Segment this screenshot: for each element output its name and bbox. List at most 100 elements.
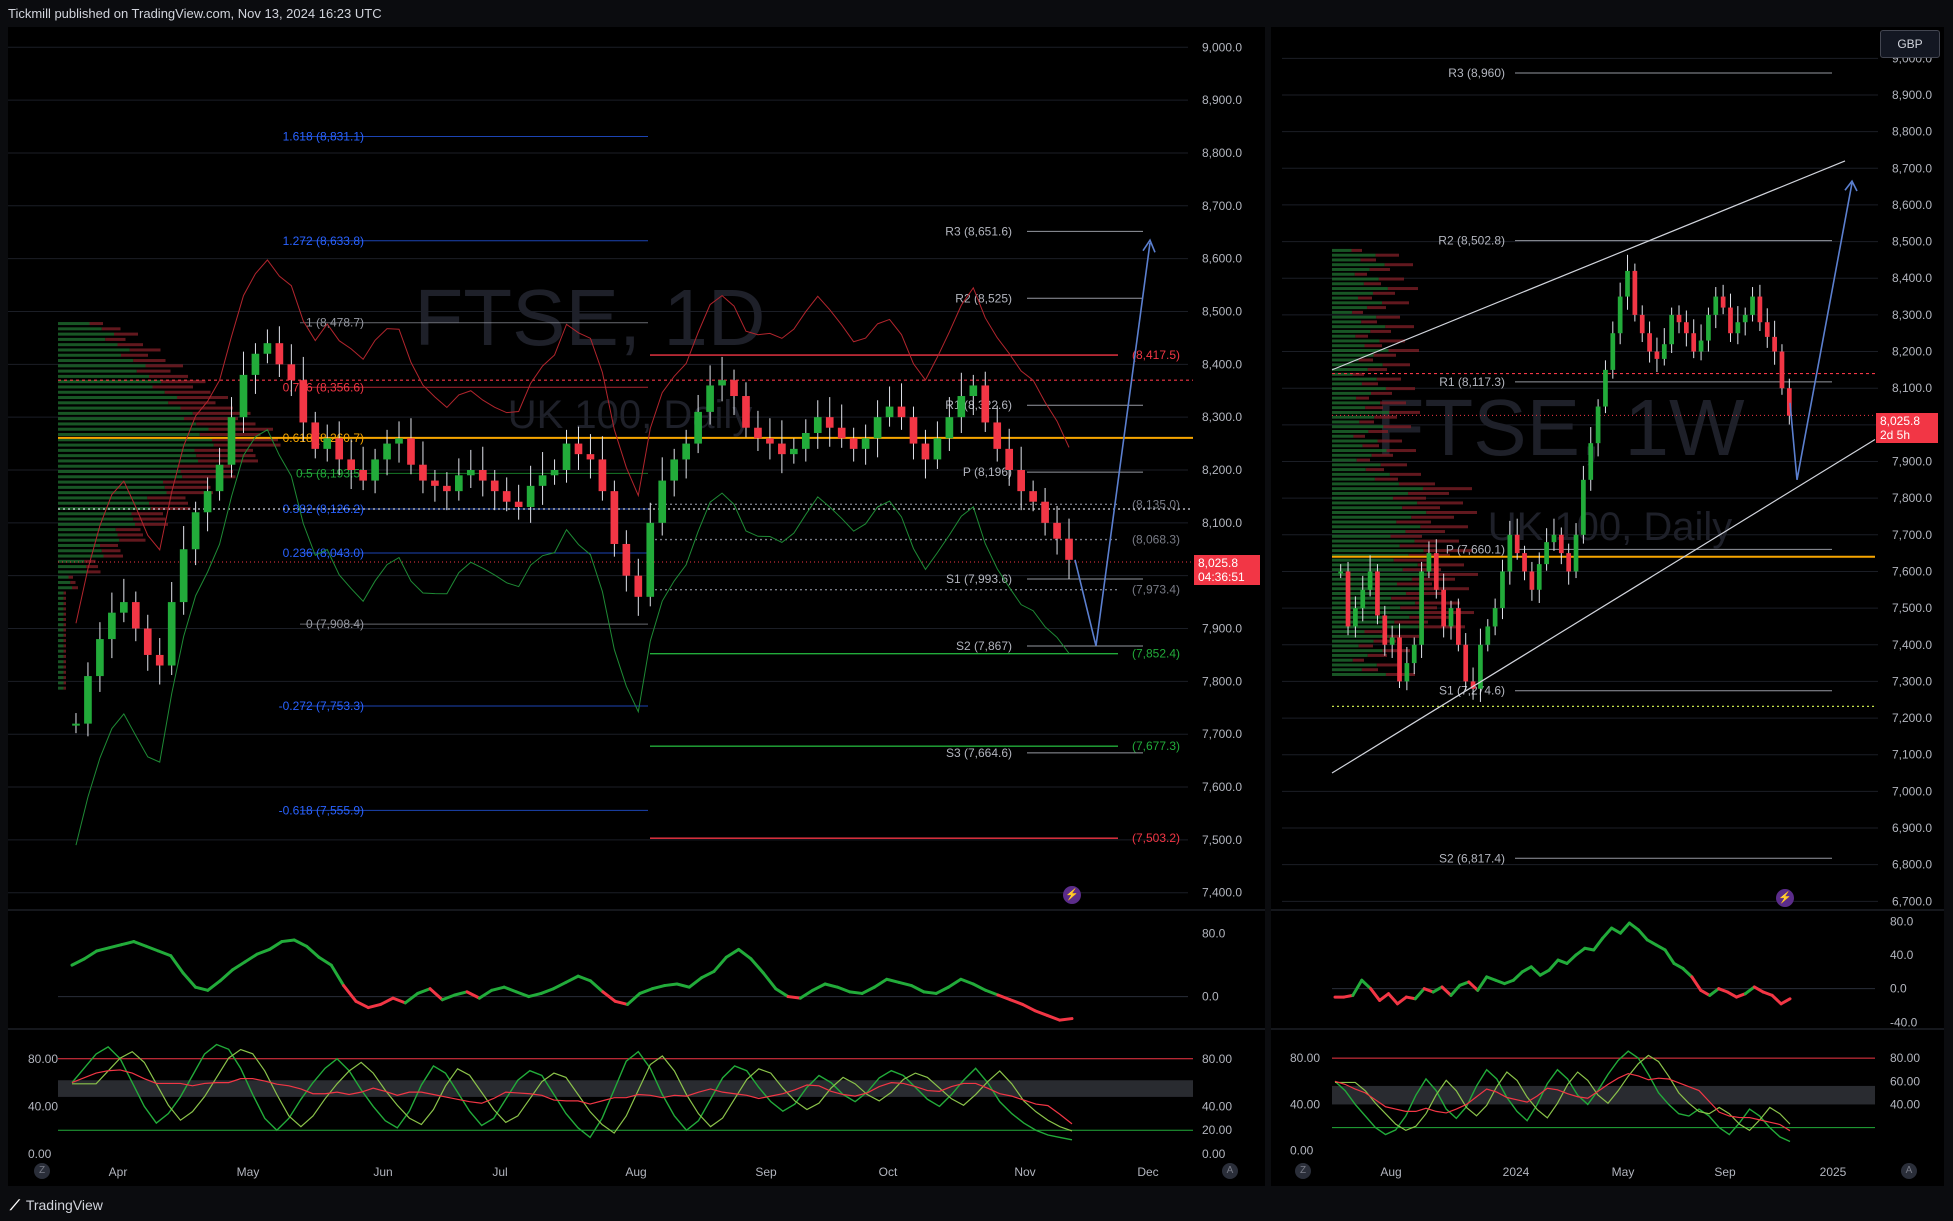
left-volume-profile-bar [58,612,64,616]
left-volume-profile-bar [58,422,197,426]
left-volume-profile-bar [163,480,208,484]
left-level-label: (7,852.4) [1132,647,1180,661]
currency-button[interactable]: GBP [1880,30,1940,58]
left-osc1-segment [724,947,741,959]
right-osc1-segment [1743,985,1756,996]
left-candle [1029,491,1037,502]
left-osc1-segment [230,960,247,972]
left-volume-profile-bar [114,332,138,336]
right-volume-profile-bar [1332,325,1386,329]
right-osc1-segment [1672,961,1685,970]
left-volume-profile-bar [58,596,64,600]
left-candle [981,385,990,423]
left-candle [754,427,762,439]
left-candle [813,417,822,434]
left-lightning-icon[interactable]: ⚡ [1063,886,1081,904]
left-candle [694,411,702,444]
right-volume-profile-bar [1356,396,1369,400]
left-candle [251,353,260,375]
right-volume-profile-bar [1363,282,1381,286]
left-candle [610,491,619,544]
right-volume-profile-bar [1332,644,1359,648]
left-osc1-segment [1008,998,1025,1006]
right-volume-profile-bar [1352,310,1363,314]
right-volume-profile-bar [1332,530,1406,534]
left-candle [766,438,774,444]
right-osc1-segment [1770,993,1783,1006]
right-volume-profile-bar [1332,248,1352,252]
right-osc1-segment [1752,985,1765,994]
left-volume-profile-bar [58,660,64,664]
left-volume-profile-bar [63,670,66,674]
left-osc1-segment [1033,1009,1049,1017]
right-auto-scale-icon[interactable]: A [1901,1163,1917,1179]
left-price-axis-tick-label: 9,000.0 [1202,40,1242,54]
left-volume-profile-bar [72,586,78,590]
left-candle [622,543,631,576]
left-volume-profile-bar [63,591,66,595]
right-osc1-segment [1529,965,1542,977]
left-candle [586,454,595,460]
chart-canvas[interactable]: 9,000.0 8,900.0 8,800.0 8,700.0 8,600.0 8,500… [0,0,1953,1221]
left-osc1-segment [934,985,951,995]
left-candle [825,417,834,428]
left-candle [801,433,810,449]
left-candle [718,380,726,386]
left-auto-scale-icon[interactable]: A [1222,1163,1238,1179]
left-candle [239,374,248,418]
left-volume-profile-bar [68,575,73,579]
left-osc1-segment [786,995,802,1000]
left-candle [455,475,463,492]
right-osc1-segment [1351,978,1364,997]
left-volume-profile-bar [58,501,149,505]
left-volume-profile-bar [58,443,214,447]
right-osc1-segment [1369,987,1382,1002]
left-zoom-icon[interactable]: Z [34,1163,50,1179]
right-volume-profile-bar [1397,582,1432,586]
right-volume-profile-bar [1351,248,1362,252]
right-volume-profile-bar [1390,534,1422,538]
left-osc1-segment [947,977,963,989]
fib-level-label: 0 (7,908.4) [306,617,364,631]
right-price-axis-tick-label: 6,700.0 [1892,894,1932,908]
right-osc1-segment [1387,992,1399,1006]
right-candle [1632,270,1638,315]
right-osc1-segment [1779,997,1792,1006]
right-osc1-segment [1654,943,1667,952]
right-volume-profile-bar [1332,506,1403,510]
tradingview-logo[interactable]: ⟋ TradingView [10,1197,103,1214]
fib-level-label: -0.272 (7,753.3) [279,699,364,713]
right-volume-profile-bar [1360,258,1376,262]
left-pivot-label: S2 (7,867) [956,639,1012,653]
right-osc1-segment [1565,953,1578,965]
left-price-axis-tick-label: 7,900.0 [1202,622,1242,636]
left-candle [562,443,571,470]
left-volume-profile-bar [58,686,64,690]
right-volume-profile-bar [1332,368,1368,372]
left-time-axis-label: Jun [373,1165,392,1179]
left-volume-profile-bar [100,543,118,547]
right-lightning-icon[interactable]: ⚡ [1776,889,1794,907]
left-osc1-segment [872,977,889,989]
left-osc1-segment [984,988,1000,997]
left-volume-profile-bar [117,533,143,537]
left-volume-profile-bar [164,485,211,489]
right-price-axis-tick-label: 8,500.0 [1892,235,1932,249]
right-volume-profile-bar [1388,634,1419,638]
left-candle [849,438,858,449]
right-osc1-segment [1610,926,1622,935]
left-osc1-segment [465,990,481,1000]
left-volume-profile-bar [58,554,104,558]
left-candle [395,438,403,444]
right-price-axis-tick-label: 8,200.0 [1892,345,1932,359]
right-time-axis-label: Aug [1380,1165,1401,1179]
right-volume-profile-bar [1411,515,1454,519]
left-osc1-segment [626,991,642,1006]
right-volume-profile-bar [1332,272,1355,276]
right-osc1-tick-label: -40.0 [1890,1015,1918,1029]
right-zoom-icon[interactable]: Z [1295,1163,1311,1179]
left-volume-profile-bar [58,417,184,421]
right-volume-profile-bar [1332,501,1418,505]
right-osc2-left-label: 80.00 [1290,1051,1320,1065]
left-osc2-left-label: 0.00 [28,1147,52,1161]
